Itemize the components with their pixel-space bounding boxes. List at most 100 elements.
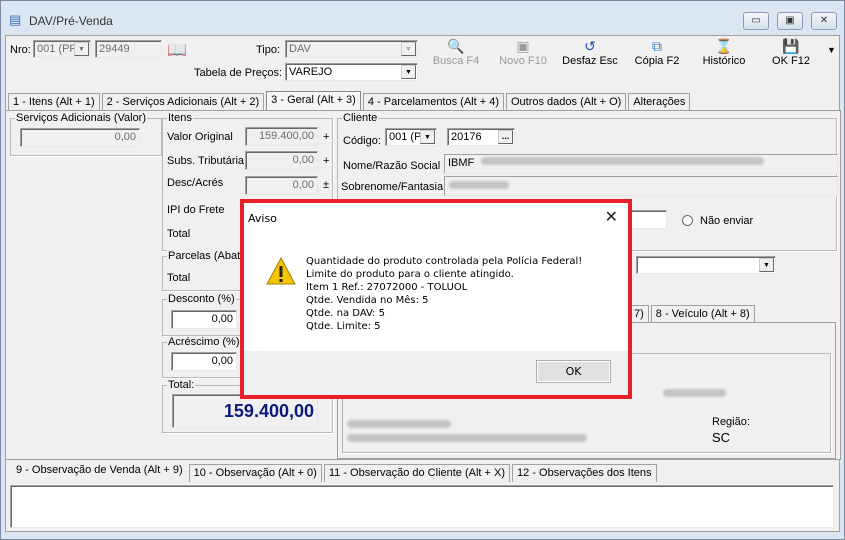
nro-input[interactable]: 29449 xyxy=(95,40,162,58)
cliente-title: Cliente xyxy=(342,112,379,124)
observacao-textarea[interactable] xyxy=(10,485,834,528)
tab-itens[interactable]: 1 - Itens (Alt + 1) xyxy=(8,93,100,111)
valor-original-field: 159.400,00 xyxy=(245,127,318,146)
save-icon: 💾 xyxy=(782,38,800,54)
desfaz-button[interactable]: ↺ Desfaz Esc xyxy=(559,37,621,67)
tipo-label: Tipo: xyxy=(256,44,281,56)
servicos-title: Serviços Adicionais (Valor) xyxy=(15,112,148,124)
plus-icon: + xyxy=(323,131,330,143)
copia-label: Cópia F2 xyxy=(634,55,680,67)
tab-7[interactable]: 7) xyxy=(630,305,649,323)
close-button[interactable]: ✕ xyxy=(811,12,837,30)
dialog-close-button[interactable]: ✕ xyxy=(605,207,618,226)
dialog-message: Quantidade do produto controlada pela Po… xyxy=(306,255,582,333)
dialog-ok-button[interactable]: OK xyxy=(536,360,611,383)
chevron-down-icon: ▼ xyxy=(420,130,435,144)
nao-enviar-radio[interactable] xyxy=(682,215,693,226)
dialog-title: Aviso xyxy=(248,212,277,225)
chevron-down-icon: ▼ xyxy=(74,42,89,56)
tabela-value: VAREJO xyxy=(289,66,333,78)
tab-veiculo[interactable]: 8 - Veículo (Alt + 8) xyxy=(650,305,755,323)
sobrenome-label: Sobrenome/Fantasia xyxy=(341,181,444,193)
redacted-text xyxy=(481,157,764,165)
acrescimo-input[interactable]: 0,00 xyxy=(171,352,237,371)
nro-combo-value: 001 (PR xyxy=(37,43,78,55)
tab-observacao-venda[interactable]: 9 - Observação de Venda (Alt + 9) xyxy=(12,462,187,482)
ipi-frete-label: IPI do Frete xyxy=(167,204,225,216)
desc-acres-label: Desc/Acrés xyxy=(167,177,224,189)
observacao-tabs: 9 - Observação de Venda (Alt + 9) 10 - O… xyxy=(12,462,659,482)
tab-parcelamentos[interactable]: 4 - Parcelamentos (Alt + 4) xyxy=(362,93,504,111)
tabela-label: Tabela de Preços: xyxy=(194,67,283,79)
chevron-down-icon: ▼ xyxy=(759,258,774,272)
servicos-valor-field: 0,00 xyxy=(20,128,140,147)
history-icon: ⌛ xyxy=(715,38,733,54)
aviso-dialog: Aviso ✕ Quantidade do produto controlada… xyxy=(240,199,632,399)
magnifier-icon: 🔍 xyxy=(447,38,465,54)
new-document-icon: ▣ xyxy=(516,38,530,54)
ok-label: OK F12 xyxy=(772,55,810,67)
warning-icon xyxy=(266,256,296,285)
app-icon: ▤ xyxy=(9,12,22,27)
novo-button[interactable]: ▣ Novo F10 xyxy=(492,37,554,67)
tab-servicos-adicionais[interactable]: 2 - Serviços Adicionais (Alt + 2) xyxy=(101,93,265,111)
itens-total-label: Total xyxy=(167,228,191,240)
tab-observacao-cliente[interactable]: 11 - Observação do Cliente (Alt + X) xyxy=(323,464,511,482)
tab-geral[interactable]: 3 - Geral (Alt + 3) xyxy=(266,91,361,111)
message-line: Qtde. Limite: 5 xyxy=(306,321,381,332)
tab-observacoes-itens[interactable]: 12 - Observações dos Itens xyxy=(512,464,657,482)
nro-combo[interactable]: 001 (PR ▼ xyxy=(33,40,91,58)
valor-original-label: Valor Original xyxy=(167,131,233,143)
total-title: Total: xyxy=(167,379,196,391)
nome-value: IBMF xyxy=(448,157,475,169)
toolbar-more-icon[interactable]: ▼ xyxy=(827,45,836,55)
minimize-button[interactable]: ▭ xyxy=(743,12,769,30)
tab-outros-dados[interactable]: Outros dados (Alt + O) xyxy=(505,93,627,111)
cliente-extra-combo[interactable]: ▼ xyxy=(636,256,776,274)
tab-observacao[interactable]: 10 - Observação (Alt + 0) xyxy=(188,464,322,482)
desfaz-label: Desfaz Esc xyxy=(562,55,618,67)
itens-title: Itens xyxy=(167,112,193,124)
window-title: DAV/Pré-Venda xyxy=(29,14,113,28)
subs-tributaria-field: 0,00 xyxy=(245,151,318,170)
tabela-precos-combo[interactable]: VAREJO ▼ xyxy=(285,63,418,81)
tipo-combo[interactable]: DAV ▼ xyxy=(285,40,418,58)
redacted-text xyxy=(347,420,451,428)
message-line: Limite do produto para o cliente atingid… xyxy=(306,269,514,280)
plus-icon: + xyxy=(323,155,330,167)
historico-label: Histórico xyxy=(702,55,746,67)
codigo-input[interactable]: 20176... xyxy=(447,128,515,146)
codigo-label: Código: xyxy=(343,135,381,147)
codigo-combo[interactable]: 001 (PI ▼ xyxy=(385,128,437,146)
tab-alteracoes[interactable]: Alterações xyxy=(628,93,691,111)
busca-label: Busca F4 xyxy=(432,55,480,67)
title-bar: ▤ DAV/Pré-Venda ▭ ▣ ✕ xyxy=(1,1,845,37)
copy-icon: ⧉ xyxy=(652,38,662,54)
nao-enviar-label: Não enviar xyxy=(700,215,754,227)
lookup-button[interactable]: ... xyxy=(498,130,513,144)
nome-label: Nome/Razão Social xyxy=(343,160,441,172)
copia-button[interactable]: ⧉ Cópia F2 xyxy=(626,37,688,67)
redacted-text xyxy=(449,181,509,189)
tipo-value: DAV xyxy=(289,43,311,55)
desconto-input[interactable]: 0,00 xyxy=(171,310,237,329)
subs-tributaria-label: Subs. Tributária xyxy=(167,155,245,167)
desc-acres-field: 0,00 xyxy=(245,176,318,195)
book-icon[interactable]: 📖 xyxy=(167,40,187,60)
total-value: 159.400,00 xyxy=(172,394,318,428)
nro-label: Nro: xyxy=(10,44,31,56)
redacted-text xyxy=(347,434,587,442)
chevron-down-icon: ▼ xyxy=(401,65,416,79)
parcelas-total-label: Total xyxy=(167,272,191,284)
maximize-button[interactable]: ▣ xyxy=(777,12,803,30)
historico-button[interactable]: ⌛ Histórico xyxy=(693,37,755,67)
parcelas-title: Parcelas (Abati xyxy=(167,250,244,262)
regiao-label: Região: xyxy=(712,416,750,428)
cliente-subtabs: 7) 8 - Veículo (Alt + 8) xyxy=(630,305,757,323)
message-line: Quantidade do produto controlada pela Po… xyxy=(306,256,583,267)
ok-f12-button[interactable]: 💾 OK F12 xyxy=(760,37,822,67)
novo-label: Novo F10 xyxy=(499,55,547,67)
main-tabs: 1 - Itens (Alt + 1) 2 - Serviços Adicion… xyxy=(8,91,692,111)
busca-button[interactable]: 🔍 Busca F4 xyxy=(425,37,487,67)
message-line: Item 1 Ref.: 27072000 - TOLUOL xyxy=(306,282,468,293)
